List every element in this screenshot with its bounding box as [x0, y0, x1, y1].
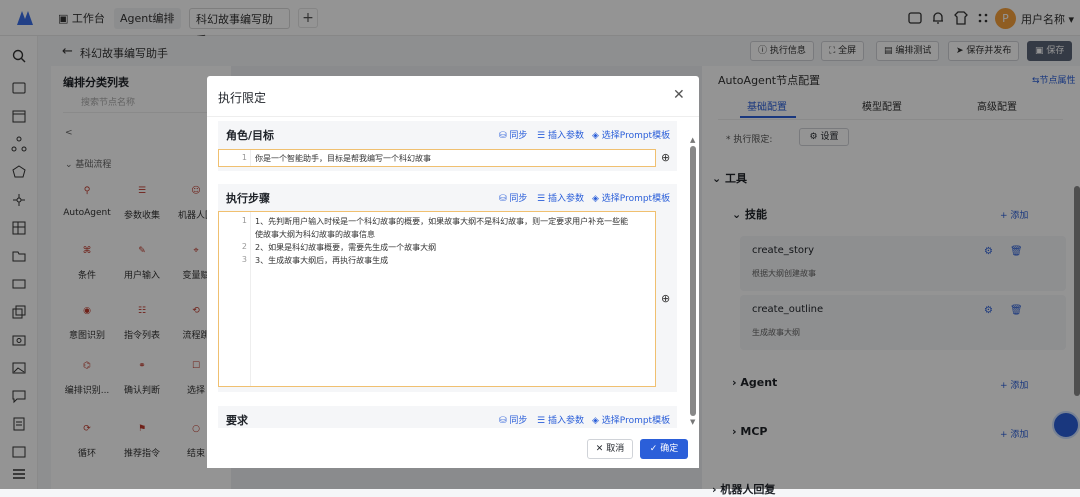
- dialog-footer: ✕ 取消 ✓ 确定: [207, 428, 699, 468]
- prompt-template-button[interactable]: ◈ 选择Prompt模板: [592, 413, 670, 426]
- close-icon[interactable]: ✕: [673, 87, 685, 103]
- role-editor[interactable]: 1 你是一个智能助手，目标是帮我编写一个科幻故事: [218, 149, 656, 167]
- dialog-title: 执行限定: [218, 91, 267, 105]
- globe-icon[interactable]: ⊕: [661, 292, 670, 305]
- confirm-button[interactable]: ✓ 确定: [640, 439, 688, 459]
- prompt-template-button[interactable]: ◈ 选择Prompt模板: [592, 128, 670, 141]
- scroll-down-icon[interactable]: ▼: [690, 418, 695, 426]
- cancel-button[interactable]: ✕ 取消: [587, 439, 633, 459]
- insert-param-button[interactable]: ☰ 插入参数: [537, 128, 584, 141]
- prompt-template-button[interactable]: ◈ 选择Prompt模板: [592, 191, 670, 204]
- exec-limit-dialog: 执行限定 ✕ 角色/目标 ⛁ 同步 ☰ 插入参数 ◈ 选择Prompt模板 1 …: [207, 76, 699, 468]
- scroll-up-icon[interactable]: ▲: [690, 136, 695, 144]
- sync-button[interactable]: ⛁ 同步: [499, 191, 527, 204]
- sync-button[interactable]: ⛁ 同步: [499, 128, 527, 141]
- steps-title: 执行步骤: [226, 192, 270, 205]
- req-title: 要求: [226, 414, 248, 427]
- role-title: 角色/目标: [226, 129, 275, 142]
- globe-icon[interactable]: ⊕: [661, 151, 670, 164]
- dialog-scrollbar[interactable]: [690, 146, 696, 416]
- requirements-section: 要求 ⛁ 同步 ☰ 插入参数 ◈ 选择Prompt模板: [218, 406, 677, 428]
- steps-section: 执行步骤 ⛁ 同步 ☰ 插入参数 ◈ 选择Prompt模板 1 2 3 1、先判…: [218, 184, 677, 392]
- steps-editor[interactable]: 1 2 3 1、先判断用户输入时候是一个科幻故事的概要，如果故事大纲不是科幻故事…: [218, 211, 656, 387]
- insert-param-button[interactable]: ☰ 插入参数: [537, 191, 584, 204]
- insert-param-button[interactable]: ☰ 插入参数: [537, 413, 584, 426]
- role-section: 角色/目标 ⛁ 同步 ☰ 插入参数 ◈ 选择Prompt模板 1 你是一个智能助…: [218, 121, 677, 171]
- sync-button[interactable]: ⛁ 同步: [499, 413, 527, 426]
